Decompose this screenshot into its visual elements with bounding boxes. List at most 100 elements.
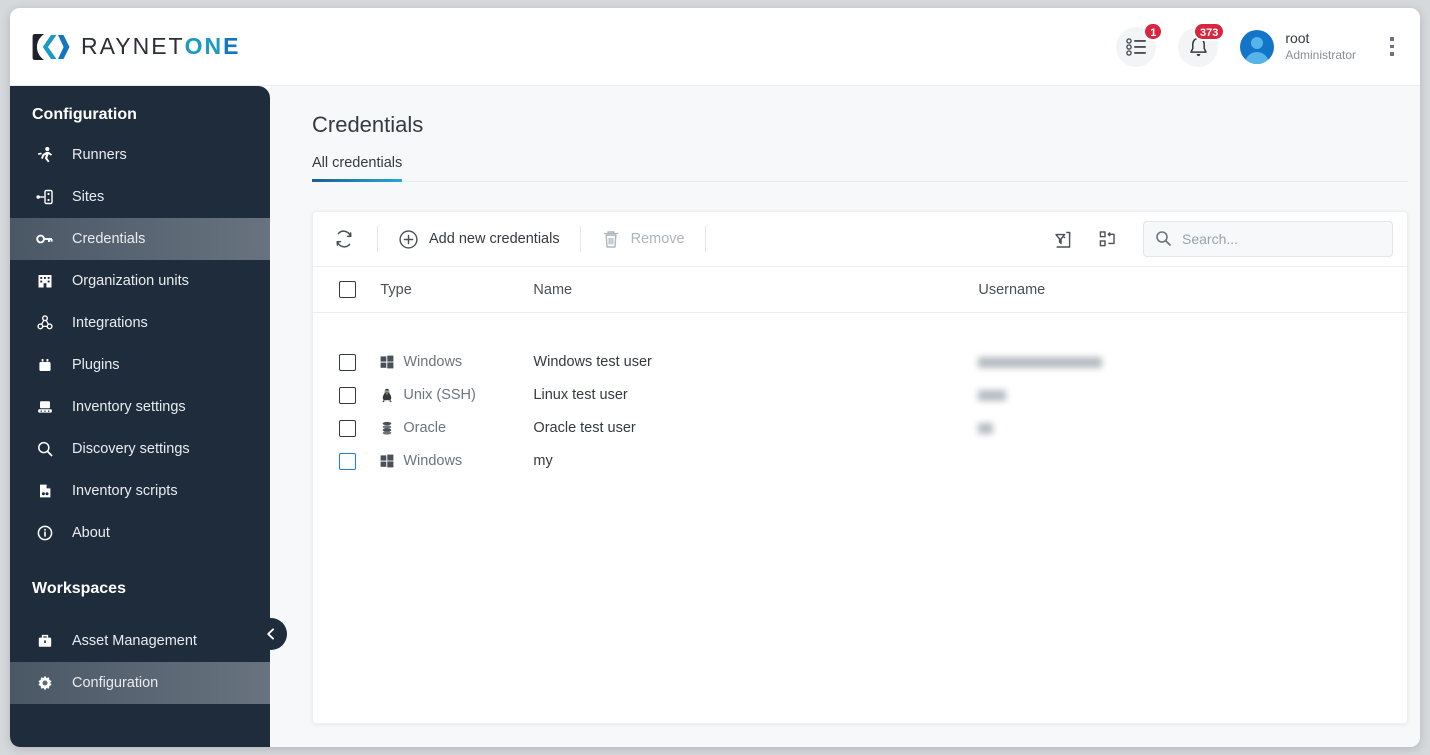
sidebar-item-plugins[interactable]: Plugins — [10, 344, 270, 386]
user-avatar[interactable] — [1240, 29, 1275, 64]
table-toolbar: Add new credentials Remove — [313, 212, 1407, 267]
table-spacer-cell — [313, 313, 1407, 346]
top-header-bar: RAYNETONE 1 373 root Administrator — [10, 8, 1420, 86]
search-input[interactable] — [1143, 221, 1393, 257]
remove-button[interactable]: Remove — [587, 221, 699, 257]
row-type-label: Windows — [403, 453, 463, 469]
brand-text-raynet: RAYNET — [81, 33, 185, 59]
row-name-cell: Linux test user — [533, 387, 628, 403]
user-name: root — [1285, 30, 1310, 47]
add-new-credentials-button[interactable]: Add new credentials — [384, 221, 574, 257]
row-checkbox[interactable] — [339, 419, 356, 437]
row-checkbox[interactable] — [339, 353, 356, 371]
row-name-cell: Windows test user — [533, 354, 652, 370]
sidebar-collapse-button[interactable] — [255, 618, 287, 650]
row-select-cell — [313, 379, 380, 412]
refresh-button[interactable] — [325, 221, 363, 257]
table-body: Windows Windows test user Unix (SSH) Lin… — [313, 313, 1407, 478]
search-icon — [34, 440, 56, 458]
column-header-username[interactable]: Username — [978, 267, 1407, 313]
trash-icon — [601, 229, 621, 250]
row-checkbox[interactable] — [339, 386, 356, 404]
search-box — [1143, 221, 1393, 257]
remove-label: Remove — [630, 231, 685, 247]
sidebar-item-sites[interactable]: Sites — [10, 176, 270, 218]
windows-icon — [380, 454, 394, 468]
add-new-credentials-label: Add new credentials — [429, 231, 560, 247]
sidebar-item-organization-units[interactable]: Organization units — [10, 260, 270, 302]
sidebar-item-label: Inventory settings — [72, 399, 186, 415]
brand-wordmark: RAYNETONE — [81, 33, 240, 60]
select-all-checkbox[interactable] — [339, 281, 356, 298]
sidebar-item-asset-management[interactable]: Asset Management — [10, 620, 270, 662]
row-checkbox[interactable] — [339, 452, 356, 470]
brand-text-e: E — [223, 33, 241, 59]
task-count-badge: 1 — [1143, 21, 1164, 41]
script-file-icon — [34, 482, 56, 500]
sidebar-item-integrations[interactable]: Integrations — [10, 302, 270, 344]
sidebar-item-label: Asset Management — [72, 633, 197, 649]
raynet-logo-icon — [32, 33, 70, 60]
windows-icon — [380, 355, 394, 369]
brand-text-on: ON — [184, 33, 224, 59]
filter-reset-button[interactable] — [1043, 221, 1081, 257]
sidebar-item-label: Discovery settings — [72, 441, 190, 457]
gear-icon — [34, 674, 56, 692]
row-select-cell — [313, 445, 380, 478]
plus-circle-icon — [398, 229, 419, 250]
tab-all-credentials[interactable]: All credentials — [312, 155, 403, 182]
sidebar-item-label: Organization units — [72, 273, 189, 289]
column-header-name[interactable]: Name — [533, 267, 979, 313]
sidebar-item-label: About — [72, 525, 110, 541]
user-info[interactable]: root Administrator — [1285, 30, 1356, 63]
redacted-username — [978, 422, 994, 434]
row-select-cell — [313, 346, 380, 379]
brand-logo[interactable]: RAYNETONE — [32, 32, 240, 62]
toolbar-divider — [579, 226, 581, 252]
row-select-cell — [313, 412, 380, 445]
row-type-cell: Unix (SSH) — [380, 379, 533, 412]
runner-icon — [34, 146, 56, 164]
table-row[interactable]: Unix (SSH) Linux test user — [313, 379, 1407, 412]
sidebar-item-about[interactable]: About — [10, 512, 270, 554]
row-type-label: Windows — [403, 354, 463, 370]
sidebar-item-label: Integrations — [72, 315, 148, 331]
page-title: Credentials — [312, 112, 424, 137]
row-type-cell: Windows — [380, 445, 533, 478]
header-overflow-menu-button[interactable] — [1382, 32, 1402, 62]
sidebar-item-label: Sites — [72, 189, 105, 205]
credentials-card: Add new credentials Remove Search... Typ… — [312, 211, 1408, 724]
plug-icon — [34, 356, 56, 374]
row-username-cell — [978, 379, 1407, 412]
row-name-cell: my — [533, 453, 553, 469]
sidebar-item-inventory-scripts[interactable]: Inventory scripts — [10, 470, 270, 512]
sidebar-item-label: Configuration — [72, 675, 159, 691]
sidebar-item-credentials[interactable]: Credentials — [10, 218, 270, 260]
task-list-button[interactable]: 1 — [1116, 21, 1164, 67]
sidebar-item-configuration[interactable]: Configuration — [10, 662, 270, 704]
column-config-button[interactable] — [1089, 221, 1127, 257]
tab-label: All credentials — [312, 155, 403, 171]
table-row[interactable]: Windows my — [313, 445, 1407, 478]
row-type-label: Unix (SSH) — [403, 387, 476, 403]
sidebar-item-discovery-settings[interactable]: Discovery settings — [10, 428, 270, 470]
sidebar-item-inventory-settings[interactable]: Inventory settings — [10, 386, 270, 428]
table-row[interactable]: Windows Windows test user — [313, 346, 1407, 379]
sidebar-item-label: Runners — [72, 147, 127, 163]
credentials-table: Type Name Username Windows Windows test … — [313, 267, 1407, 478]
sidebar-item-runners[interactable]: Runners — [10, 134, 270, 176]
toolbar-divider — [377, 226, 378, 252]
filter-reset-icon — [1054, 231, 1070, 248]
column-header-type[interactable]: Type — [380, 267, 534, 313]
sidebar-section-workspaces: Workspaces — [32, 580, 126, 597]
table-header: Type Name Username — [313, 267, 1407, 313]
toolbar-divider — [704, 226, 706, 252]
refresh-icon — [336, 230, 352, 248]
table-row[interactable]: Oracle Oracle test user — [313, 412, 1407, 445]
notifications-button[interactable]: 373 — [1178, 21, 1226, 67]
header-actions: 1 373 root Administrator — [1116, 21, 1402, 67]
user-role: Administrator — [1285, 47, 1356, 62]
row-username-cell — [978, 445, 1407, 478]
table-spacer-row — [313, 313, 1407, 346]
row-username-cell — [978, 346, 1407, 379]
